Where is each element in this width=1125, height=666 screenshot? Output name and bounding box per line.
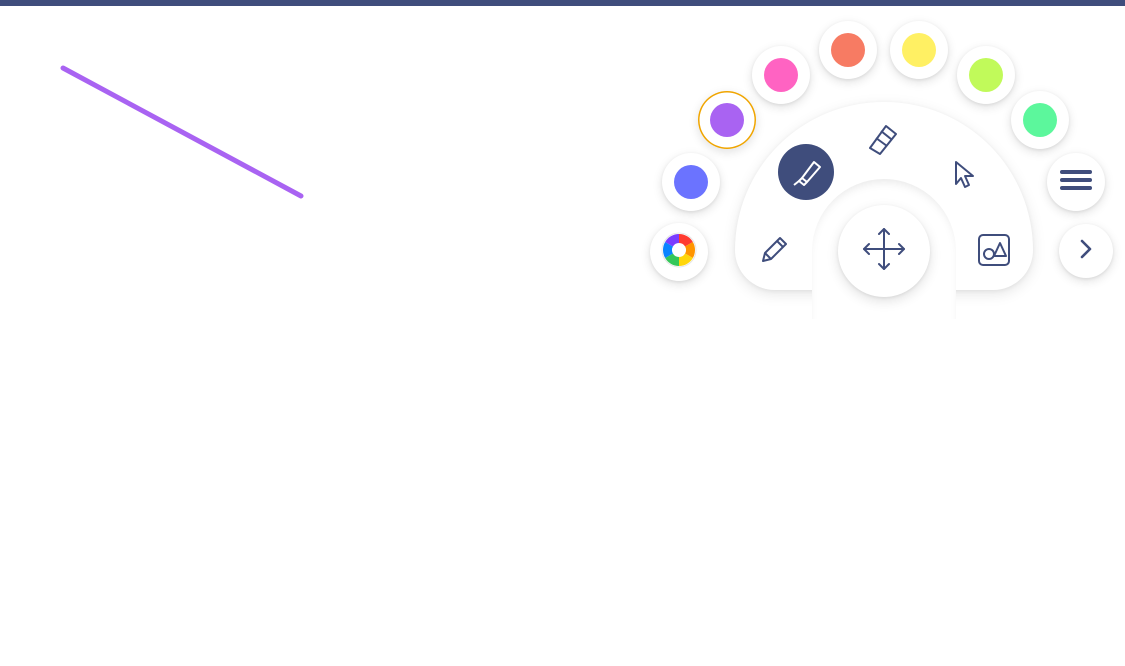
swatch-blue-button[interactable] xyxy=(662,153,720,211)
swatch-coral-dot xyxy=(831,33,865,67)
next-button[interactable] xyxy=(1059,224,1113,278)
pencil-tool-button[interactable] xyxy=(750,226,798,274)
shapes-icon xyxy=(976,232,1012,268)
eraser-tool-button[interactable] xyxy=(862,118,906,162)
swatch-yellow-button[interactable] xyxy=(890,21,948,79)
cursor-arrow-icon xyxy=(947,157,981,191)
swatch-pink-dot xyxy=(764,58,798,92)
hamburger-menu-icon xyxy=(1060,168,1092,197)
move-tool-button[interactable] xyxy=(838,205,930,297)
swatch-coral-button[interactable] xyxy=(819,21,877,79)
swatch-mint-button[interactable] xyxy=(1011,91,1069,149)
swatch-pink-button[interactable] xyxy=(752,46,810,104)
swatch-lime-button[interactable] xyxy=(957,46,1015,104)
swatch-mint-dot xyxy=(1023,103,1057,137)
menu-button[interactable] xyxy=(1047,153,1105,211)
highlighter-icon xyxy=(788,154,824,190)
pencil-icon xyxy=(756,232,792,268)
swatch-yellow-dot xyxy=(902,33,936,67)
color-wheel-icon xyxy=(661,232,697,273)
move-arrows-icon xyxy=(861,226,907,277)
select-tool-button[interactable] xyxy=(942,152,986,196)
swatch-lime-dot xyxy=(969,58,1003,92)
highlighter-tool-button[interactable] xyxy=(778,144,834,200)
swatch-purple-button[interactable] xyxy=(698,91,756,149)
shapes-tool-button[interactable] xyxy=(972,228,1016,272)
canvas-svg xyxy=(60,65,304,199)
swatch-purple-dot xyxy=(710,103,744,137)
eraser-icon xyxy=(864,120,904,160)
color-picker-button[interactable] xyxy=(650,223,708,281)
chevron-right-icon xyxy=(1078,238,1094,265)
drawn-stroke[interactable] xyxy=(60,65,304,199)
swatch-blue-dot xyxy=(674,165,708,199)
drawing-canvas[interactable] xyxy=(0,6,1125,666)
